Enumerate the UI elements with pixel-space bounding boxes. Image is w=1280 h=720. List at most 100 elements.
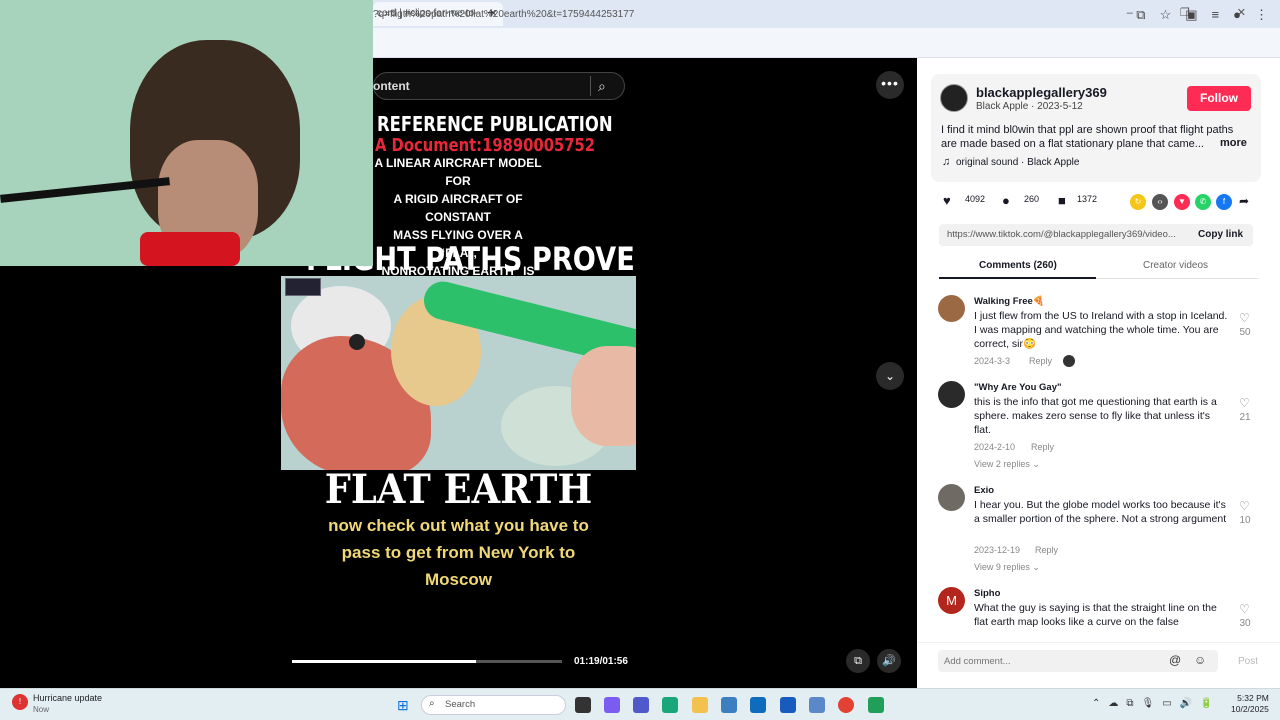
commenter-avatar[interactable]: [938, 295, 965, 322]
search-icon[interactable]: ⌕: [598, 78, 606, 95]
windows-start-icon[interactable]: ⊞: [397, 697, 409, 714]
taskbar-search[interactable]: [421, 695, 566, 715]
view-replies-link[interactable]: View 2 replies ⌄: [974, 459, 1040, 470]
reply-button[interactable]: Reply: [1035, 545, 1058, 555]
comment-like-icon[interactable]: ♡: [1239, 499, 1250, 513]
video-link[interactable]: https://www.tiktok.com/@blackapplegaller…: [947, 229, 1176, 240]
menu-icon[interactable]: ⋮: [1255, 7, 1268, 22]
comment-date: 2024-2-10: [974, 442, 1016, 452]
search-divider: [590, 76, 591, 96]
like-count: 4092: [965, 194, 986, 204]
split-icon[interactable]: ▣: [1185, 7, 1197, 22]
snipping-tool-icon[interactable]: [809, 697, 825, 713]
save-count: 1372: [1077, 194, 1098, 204]
follow-button[interactable]: Follow: [1187, 86, 1251, 111]
tab-comments[interactable]: Comments (260): [979, 260, 1057, 271]
outlook-icon[interactable]: [750, 697, 766, 713]
install-icon[interactable]: ⧉: [1136, 7, 1145, 22]
star-icon[interactable]: ☆: [1160, 7, 1172, 22]
post-description: I find it mind bl0win that ppl are shown…: [941, 124, 1234, 150]
commenter-avatar[interactable]: [938, 381, 965, 408]
weather-alert-icon[interactable]: !: [12, 694, 28, 710]
video-progress-bar[interactable]: [292, 660, 562, 663]
file-explorer-icon[interactable]: [692, 697, 708, 713]
system-tray[interactable]: ⌃☁⧉🎙▭🔊🔋: [1092, 698, 1221, 709]
author-username[interactable]: blackapplegallery369: [976, 85, 1107, 100]
post-button[interactable]: Post: [1238, 656, 1258, 667]
app-icon[interactable]: [868, 697, 884, 713]
more-options-button[interactable]: •••: [876, 71, 904, 99]
commenter-name[interactable]: Exio: [974, 485, 994, 496]
copy-link-button[interactable]: Copy link: [1198, 229, 1243, 240]
volume-button[interactable]: 🔊: [877, 649, 901, 673]
reply-button[interactable]: Reply: [1031, 442, 1054, 452]
commenter-name[interactable]: "Why Are You Gay": [974, 382, 1062, 393]
comment-like-count: 30: [1239, 618, 1251, 629]
weather-title[interactable]: Hurricane update: [33, 693, 102, 703]
author-subtitle: Black Apple · 2023-5-12: [976, 101, 1083, 112]
commenter-avatar[interactable]: [938, 484, 965, 511]
emoji-icon[interactable]: ☺: [1194, 653, 1206, 667]
video-progress-fill: [292, 660, 476, 663]
taskbar-search-text[interactable]: Search: [445, 699, 475, 710]
calculator-icon[interactable]: [721, 697, 737, 713]
video-search-bar[interactable]: [373, 72, 625, 100]
reply-button[interactable]: Reply: [1029, 356, 1052, 366]
copilot-icon[interactable]: [604, 697, 620, 713]
webcam-overlay: [0, 0, 373, 266]
bookmark-icon[interactable]: ■: [1058, 193, 1066, 208]
commenter-avatar[interactable]: M: [938, 587, 965, 614]
comment-text: I just flew from the US to Ireland with …: [974, 310, 1228, 350]
facebook-icon[interactable]: f: [1216, 194, 1232, 210]
comment-like-icon[interactable]: ♡: [1239, 602, 1250, 616]
video-search-text[interactable]: ontent: [373, 79, 410, 93]
url-text[interactable]: ?q=fligth%20path%20flat%20earth%20&t=175…: [373, 9, 634, 20]
comment-date: 2023-12-19: [974, 545, 1021, 555]
view-replies-link[interactable]: View 9 replies ⌄: [974, 562, 1040, 573]
profile-icon[interactable]: ●: [1233, 7, 1241, 22]
tab-creator-videos[interactable]: Creator videos: [1143, 260, 1208, 271]
whatsapp-icon[interactable]: ✆: [1195, 194, 1211, 210]
edge-icon[interactable]: [662, 697, 678, 713]
creator-liked-avatar: [1063, 355, 1075, 367]
playlist-icon[interactable]: ≡: [1212, 7, 1220, 22]
clock-time: 5:32 PM: [1237, 693, 1269, 703]
share-arrow-icon[interactable]: ➦: [1239, 194, 1249, 208]
pip-button[interactable]: ⧉: [846, 649, 870, 673]
comment-like-count: 10: [1239, 515, 1251, 526]
word-icon[interactable]: [780, 697, 796, 713]
comment-date: 2024-3-3: [974, 356, 1011, 366]
map-pole: [349, 334, 365, 350]
comment-like-icon[interactable]: ♡: [1239, 311, 1250, 325]
overlay-caption-text: now check out what you have to pass to g…: [328, 516, 589, 589]
clock-date: 10/2/2025: [1231, 704, 1269, 714]
comment-like-count: 21: [1239, 412, 1251, 423]
overlay-flat-earth-text: FLAT EARTH: [324, 466, 593, 513]
comment-text: I hear you. But the globe model works to…: [974, 499, 1227, 525]
embed-icon[interactable]: ‹›: [1152, 194, 1168, 210]
next-video-button[interactable]: ⌄: [876, 362, 904, 390]
commenter-name[interactable]: Sipho: [974, 588, 1000, 599]
comment-count: 260: [1024, 194, 1040, 204]
sound-link[interactable]: original sound · Black Apple: [956, 157, 1079, 168]
microphone: [140, 232, 240, 266]
commenter-name[interactable]: Walking Free🍕: [974, 296, 1045, 307]
teams-icon[interactable]: [633, 697, 649, 713]
comment-text: this is the info that got me questioning…: [974, 396, 1217, 436]
mention-icon[interactable]: @: [1169, 653, 1181, 667]
chrome-icon[interactable]: [838, 697, 854, 713]
task-view-icon[interactable]: [575, 697, 591, 713]
heart-icon[interactable]: ♥: [943, 193, 951, 208]
comment-like-icon[interactable]: ♡: [1239, 396, 1250, 410]
music-note-icon: ♫: [942, 156, 951, 168]
send-icon[interactable]: ▼: [1174, 194, 1190, 210]
author-avatar[interactable]: [940, 84, 968, 112]
overlay-document-text: A Document:19890005752: [375, 135, 596, 156]
more-link[interactable]: more: [1220, 137, 1247, 149]
comment-like-count: 50: [1239, 327, 1251, 338]
comment-icon[interactable]: ●: [1002, 193, 1010, 208]
weather-subtitle: Now: [33, 705, 50, 714]
repost-icon[interactable]: ↻: [1130, 194, 1146, 210]
taskbar-clock[interactable]: 5:32 PM 10/2/2025: [1231, 693, 1269, 715]
channel-logo: [285, 278, 321, 296]
